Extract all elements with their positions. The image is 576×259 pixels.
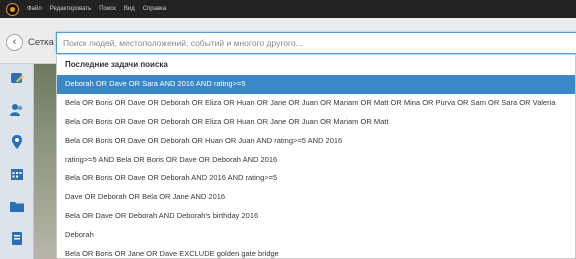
- back-button[interactable]: ‹: [6, 34, 23, 51]
- recent-search-item[interactable]: Bela OR Dave OR Deborah AND Deborah's bi…: [57, 207, 575, 226]
- menu-edit[interactable]: Редактировать: [50, 6, 91, 12]
- calendar-icon[interactable]: [9, 166, 25, 182]
- recent-search-item[interactable]: Bela OR Boris OR Dave OR Deborah OR Huan…: [57, 132, 575, 151]
- search-box[interactable]: [56, 32, 576, 54]
- album-icon[interactable]: [9, 230, 25, 246]
- search-input[interactable]: [63, 36, 563, 50]
- recent-search-item[interactable]: Bela OR Boris OR Dave OR Deborah OR Eliz…: [57, 113, 575, 132]
- people-icon[interactable]: [9, 102, 25, 118]
- sidebar: [0, 64, 34, 259]
- recent-searches-header: Последние задачи поиска: [65, 60, 168, 69]
- app-logo-icon: [6, 2, 19, 16]
- recent-searches-list: Deborah OR Dave OR Sara AND 2016 AND rat…: [57, 75, 575, 258]
- recent-search-item[interactable]: Deborah: [57, 226, 575, 245]
- breadcrumb: Сетка: [28, 37, 54, 48]
- menu-help[interactable]: Справка: [143, 6, 167, 12]
- recent-searches-dropdown: Последние задачи поиска Deborah OR Dave …: [56, 55, 576, 259]
- recent-search-item[interactable]: Bela OR Boris OR Dave OR Deborah OR Eliz…: [57, 94, 575, 113]
- chevron-left-icon: ‹: [12, 36, 17, 48]
- recent-search-item[interactable]: Dave OR Deborah OR Bela OR Jane AND 2016: [57, 188, 575, 207]
- recent-search-item[interactable]: rating>=5 AND Bela OR Boris OR Dave OR D…: [57, 151, 575, 170]
- folder-icon[interactable]: [9, 198, 25, 214]
- menu-search[interactable]: Поиск: [99, 6, 116, 12]
- location-pin-icon[interactable]: [9, 134, 25, 150]
- recent-search-item[interactable]: Deborah OR Dave OR Sara AND 2016 AND rat…: [57, 75, 575, 94]
- menu-file[interactable]: Файл: [27, 6, 42, 12]
- menubar: Файл Редактировать Поиск Вид Справка: [0, 0, 576, 18]
- recent-search-item[interactable]: Bela OR Boris OR Jane OR Dave EXCLUDE go…: [57, 245, 575, 258]
- recent-search-item[interactable]: Bela OR Boris OR Dave OR Deborah AND 201…: [57, 169, 575, 188]
- menu-view[interactable]: Вид: [124, 6, 135, 12]
- edit-tag-icon[interactable]: [9, 70, 25, 86]
